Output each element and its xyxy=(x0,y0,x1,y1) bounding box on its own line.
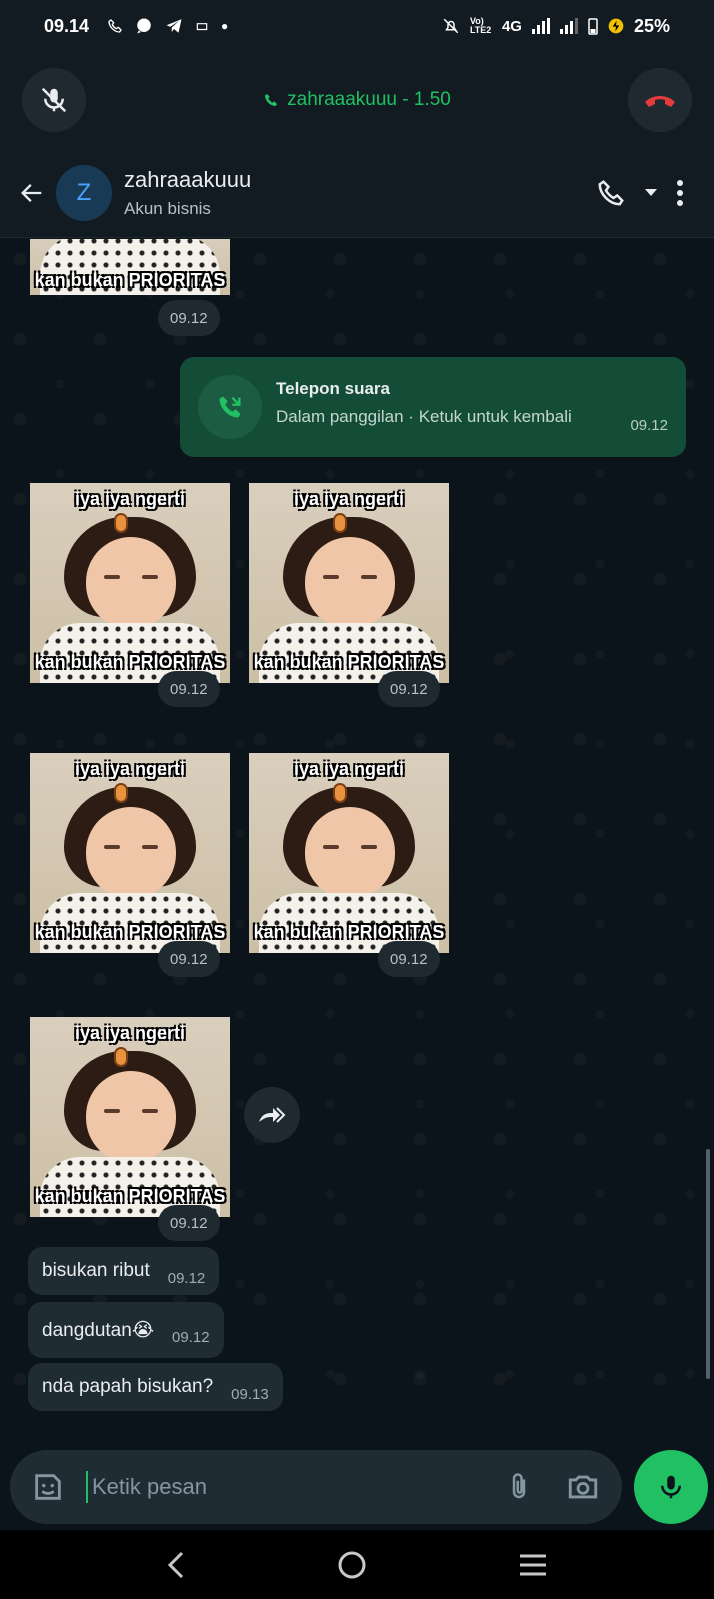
message-time: 09.13 xyxy=(231,1385,269,1403)
mic-icon xyxy=(661,1475,681,1499)
sticker-caption-top: iya iya ngerti xyxy=(74,759,186,779)
message-time: 09.12 xyxy=(172,1328,210,1346)
charging-icon xyxy=(608,18,624,34)
sticker-caption-bottom: kan bukan PRIORITAS xyxy=(34,1186,226,1206)
back-button[interactable] xyxy=(10,179,54,207)
signal-2-icon xyxy=(559,18,578,34)
system-nav-bar xyxy=(0,1530,714,1599)
message-text: dangdutan😭 xyxy=(42,1319,155,1341)
sticker-caption-bottom: kan bukan PRIORITAS xyxy=(253,652,445,672)
network-label: 4G xyxy=(501,17,522,35)
attach-button[interactable] xyxy=(504,1470,534,1509)
sticker-message[interactable]: iya iya ngerti kan bukan PRIORITAS xyxy=(30,1017,230,1217)
sticker-message[interactable]: iya iya ngerti kan bukan PRIORITAS xyxy=(249,483,449,683)
chat-icon xyxy=(137,18,151,34)
paperclip-icon xyxy=(512,1473,526,1499)
chat-area[interactable]: kan bukan PRIORITAS 09.12 Telepon suara … xyxy=(0,239,714,1450)
scrollbar[interactable] xyxy=(706,1149,710,1379)
sticker-caption-bottom: kan bukan PRIORITAS xyxy=(34,922,226,942)
ongoing-call-bar[interactable]: zahraaakuuu - 1.50 xyxy=(0,52,714,148)
lte-label: Vo) LTE2 xyxy=(469,16,492,35)
composer: Ketik pesan xyxy=(0,1450,714,1530)
cast-icon xyxy=(196,23,208,31)
more-options-icon[interactable] xyxy=(676,179,684,207)
camera-button[interactable] xyxy=(566,1470,600,1509)
sticker-caption-top: iya iya ngerti xyxy=(293,489,405,509)
sticker-caption-top: iya iya ngerti xyxy=(74,489,186,509)
sticker-message[interactable]: iya iya ngerti kan bukan PRIORITAS xyxy=(30,753,230,953)
message-time: 09.12 xyxy=(378,671,440,707)
dot-icon: ● xyxy=(221,19,229,33)
message-time: 09.12 xyxy=(158,941,220,977)
message-time: 09.12 xyxy=(167,1269,206,1287)
incoming-message[interactable]: nda papah bisukan? 09.13 xyxy=(28,1363,283,1411)
call-message-icon xyxy=(198,375,262,439)
mute-button[interactable] xyxy=(22,68,86,132)
voice-call-message[interactable]: Telepon suara Dalam panggilan · Ketuk un… xyxy=(180,357,686,457)
sticker-icon xyxy=(35,1474,61,1500)
camera-icon xyxy=(568,1475,598,1499)
forward-button[interactable] xyxy=(244,1087,300,1143)
mic-off-icon xyxy=(41,87,67,113)
message-time: 09.12 xyxy=(158,1205,220,1241)
battery-percentage: 25% xyxy=(633,15,670,36)
message-input[interactable]: Ketik pesan xyxy=(86,1471,207,1503)
chat-header: Z zahraaakuuu Akun bisnis xyxy=(0,148,714,238)
incoming-message[interactable]: bisukan ribut 09.12 xyxy=(28,1247,220,1295)
sticker-caption-top: iya iya ngerti xyxy=(293,759,405,779)
incoming-message[interactable]: dangdutan😭 09.12 xyxy=(28,1302,224,1358)
voice-call-icon[interactable] xyxy=(596,178,626,208)
phone-icon xyxy=(108,19,122,33)
call-message-subtitle: Dalam panggilan · Ketuk untuk kembali xyxy=(276,407,572,426)
status-time: 09.14 xyxy=(44,15,90,36)
message-text: bisukan ribut xyxy=(42,1260,150,1281)
contact-name: zahraaakuuu xyxy=(124,166,252,192)
nav-back-icon[interactable] xyxy=(166,1551,186,1579)
message-input-container[interactable]: Ketik pesan xyxy=(10,1450,622,1524)
sticker-caption-bottom: kan bukan PRIORITAS xyxy=(34,270,226,290)
signal-icon xyxy=(531,18,550,34)
bell-off-icon xyxy=(443,18,459,34)
sticker-caption-bottom: kan bukan PRIORITAS xyxy=(253,922,445,942)
status-bar: 09.14 ● Vo) LTE2 4G 25% xyxy=(0,0,714,52)
battery-icon xyxy=(588,18,598,35)
sticker-message[interactable]: iya iya ngerti kan bukan PRIORITAS xyxy=(249,753,449,953)
voice-message-button[interactable] xyxy=(634,1450,708,1524)
hangup-icon xyxy=(645,96,675,107)
contact-subtitle: Akun bisnis xyxy=(124,198,211,218)
incoming-call-icon xyxy=(219,396,241,418)
sticker-message[interactable]: kan bukan PRIORITAS xyxy=(30,239,230,295)
arrow-left-icon xyxy=(21,183,42,202)
sticker-button[interactable] xyxy=(26,1465,70,1509)
forward-icon xyxy=(259,1107,286,1123)
telegram-icon xyxy=(166,19,182,33)
sticker-caption-bottom: kan bukan PRIORITAS xyxy=(34,652,226,672)
end-call-button[interactable] xyxy=(628,68,692,132)
avatar[interactable]: Z xyxy=(56,164,112,221)
ongoing-call-title[interactable]: zahraaakuuu - 1.50 xyxy=(263,89,451,111)
contact-info[interactable]: zahraaakuuu Akun bisnis xyxy=(124,167,251,219)
message-time: 09.12 xyxy=(158,300,220,336)
nav-recents-icon[interactable] xyxy=(518,1553,548,1577)
call-message-time: 09.12 xyxy=(630,417,668,434)
call-message-title: Telepon suara xyxy=(276,379,390,398)
sticker-message[interactable]: iya iya ngerti kan bukan PRIORITAS xyxy=(30,483,230,683)
sticker-caption-top: iya iya ngerti xyxy=(74,1023,186,1043)
message-text: nda papah bisukan? xyxy=(42,1376,214,1397)
call-title-text: zahraaakuuu - 1.50 xyxy=(287,89,451,110)
message-time: 09.12 xyxy=(378,941,440,977)
chevron-down-icon[interactable] xyxy=(644,188,658,198)
message-time: 09.12 xyxy=(158,671,220,707)
phone-icon xyxy=(265,94,278,106)
nav-home-icon[interactable] xyxy=(337,1550,367,1580)
